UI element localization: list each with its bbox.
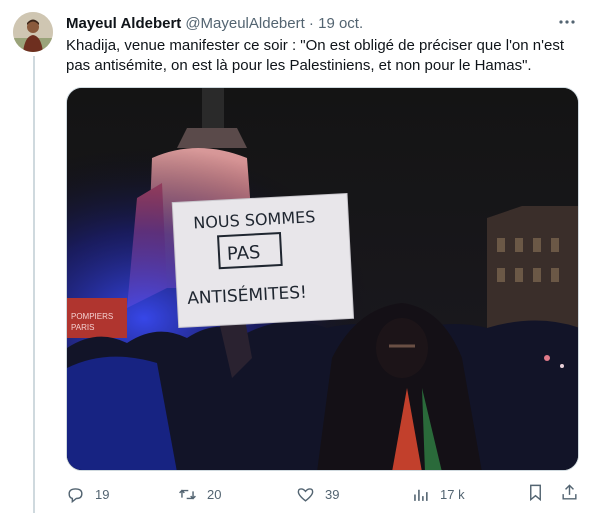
author-name[interactable]: Mayeul Aldebert xyxy=(66,15,181,32)
reply-button[interactable]: 19 xyxy=(66,480,109,508)
like-count: 39 xyxy=(325,486,340,502)
tweet-text: Khadija, venue manifester ce soir : "On … xyxy=(66,37,569,74)
background-sign-line-2: PARIS xyxy=(71,323,94,332)
action-bar: 19 20 39 17 k xyxy=(66,480,579,508)
tweet-date[interactable]: 19 oct. xyxy=(318,15,363,32)
reply-count: 19 xyxy=(95,486,110,502)
author-handle[interactable]: @MayeulAldebert · 19 oct. xyxy=(185,15,363,32)
views-count: 17 k xyxy=(440,486,465,502)
avatar[interactable] xyxy=(13,12,53,52)
thread-line xyxy=(33,56,35,513)
like-button[interactable]: 39 xyxy=(296,480,339,508)
views-button[interactable]: 17 k xyxy=(411,480,465,508)
reply-icon xyxy=(68,487,83,503)
handle-text[interactable]: @MayeulAldebert xyxy=(185,15,304,32)
bookmark-button[interactable] xyxy=(526,480,545,508)
bookmark-icon xyxy=(530,484,541,502)
share-icon xyxy=(562,484,577,500)
date-separator: · xyxy=(304,14,319,32)
retweet-count: 20 xyxy=(207,486,222,502)
retweet-button[interactable]: 20 xyxy=(178,480,221,508)
tweet-photo[interactable]: POMPIERS PARIS NOUS SOMMES PAS ANTISÉMIT… xyxy=(66,87,579,471)
heart-icon xyxy=(297,487,314,502)
retweet-icon xyxy=(179,489,196,499)
more-icon[interactable] xyxy=(558,13,576,31)
background-sign-line-1: POMPIERS xyxy=(71,312,113,321)
tweet-header: Mayeul Aldebert @MayeulAldebert · 19 oct… xyxy=(66,13,575,33)
protest-sign-line-2: PAS xyxy=(226,242,261,265)
share-button[interactable] xyxy=(560,480,579,508)
views-icon xyxy=(414,489,428,501)
